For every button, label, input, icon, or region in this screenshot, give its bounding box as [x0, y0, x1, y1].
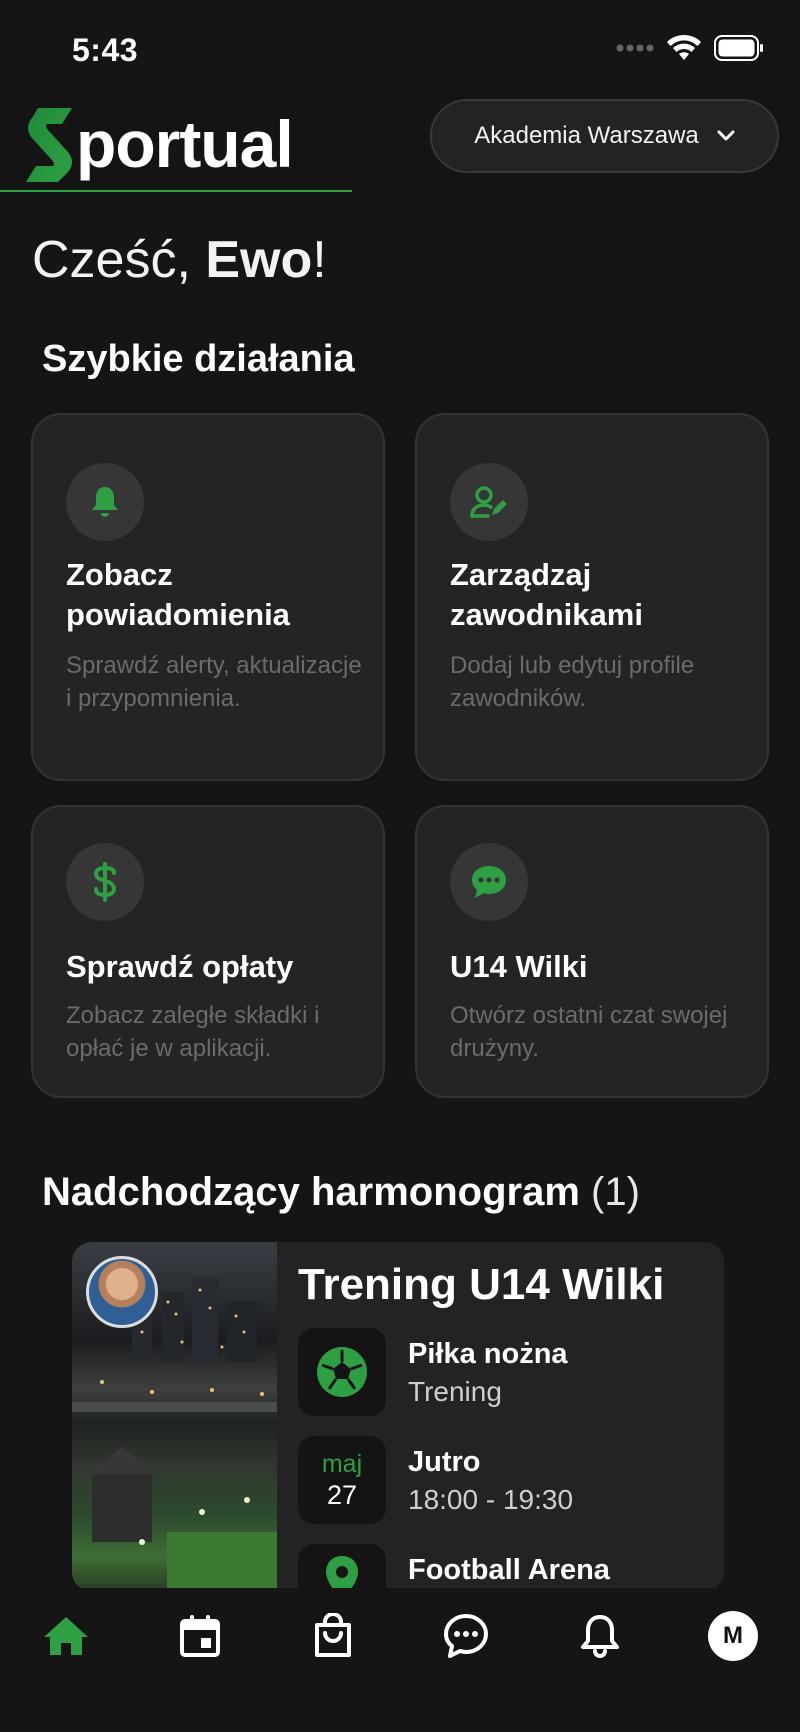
battery-icon	[714, 35, 763, 61]
card-title: Zobacz powiadomienia	[66, 557, 290, 632]
nav-notifications[interactable]	[570, 1606, 630, 1666]
status-bar: 5:43	[0, 0, 800, 96]
event-sport: Piłka nożna	[408, 1338, 568, 1370]
dollar-icon	[93, 862, 117, 902]
logo-s-mark	[26, 108, 72, 182]
card-title: Sprawdź opłaty	[66, 949, 294, 984]
date-month: maj	[321, 1450, 363, 1478]
schedule-count: (1)	[591, 1170, 640, 1214]
status-icons	[616, 34, 764, 62]
event-day-label: Jutro	[408, 1446, 481, 1478]
card-description: Zobacz zaległe składki i opłać je w apli…	[66, 1002, 320, 1062]
sportual-logo: portual	[22, 96, 294, 192]
academy-selector-label: Akademia Warszawa	[474, 122, 699, 149]
chat-icon	[444, 1614, 488, 1658]
event-photo	[72, 1242, 277, 1592]
wifi-icon	[667, 34, 701, 60]
event-location-row: Football Arena	[298, 1544, 708, 1592]
card-description: Otwórz ostatni czat swojej drużyny.	[450, 1002, 728, 1062]
quick-action-team-chat[interactable]: U14 Wilki Otwórz ostatni czat swojej dru…	[415, 805, 769, 1098]
greeting-prefix: Cześć,	[32, 231, 206, 289]
quick-action-notifications[interactable]: Zobacz powiadomienia Sprawdź alerty, akt…	[31, 413, 385, 781]
card-description: Dodaj lub edytuj profile zawodników.	[450, 652, 695, 712]
greeting-suffix: !	[312, 231, 327, 289]
bell-icon	[581, 1615, 619, 1658]
soccer-ball-icon	[317, 1347, 367, 1397]
card-icon-container	[66, 463, 144, 541]
quick-action-payments[interactable]: Sprawdź opłaty Zobacz zaległe składki i …	[31, 805, 385, 1098]
card-description: Sprawdź alerty, aktualizacje i przypomni…	[66, 652, 362, 712]
calendar-icon	[180, 1615, 220, 1657]
profile-avatar: M	[708, 1611, 758, 1661]
quick-actions-title: Szybkie działania	[42, 338, 355, 380]
card-title: U14 Wilki	[450, 949, 588, 984]
status-time: 5:43	[72, 32, 139, 68]
greeting-name: Ewo	[205, 231, 313, 289]
event-date-row: maj 27 Jutro 18:00 - 19:30	[298, 1436, 708, 1524]
chat-icon	[472, 866, 506, 898]
coach-avatar	[86, 1256, 158, 1328]
event-time: 18:00 - 19:30	[408, 1484, 574, 1515]
greeting: Cześć, Ewo!	[32, 230, 327, 290]
nav-profile[interactable]: M	[703, 1606, 763, 1666]
event-sport-row: Piłka nożna Trening	[298, 1328, 708, 1416]
event-title: Trening U14 Wilki	[298, 1260, 665, 1309]
sport-icon-container	[298, 1328, 386, 1416]
signal-icon	[616, 44, 654, 52]
nav-calendar[interactable]	[170, 1606, 230, 1666]
date-badge: maj 27	[298, 1436, 386, 1524]
schedule-title-text: Nadchodzący harmonogram	[42, 1170, 580, 1214]
logo-underline	[0, 190, 352, 192]
location-icon-container	[298, 1544, 386, 1592]
card-icon-container	[66, 843, 144, 921]
logo-text: portual	[76, 107, 294, 181]
bottom-nav: M	[0, 1588, 800, 1732]
card-icon-container	[450, 463, 528, 541]
chevron-down-icon	[717, 130, 735, 141]
nav-shop[interactable]	[303, 1606, 363, 1666]
event-location: Football Arena	[408, 1554, 610, 1586]
app-header: portual Akademia Warszawa	[0, 96, 800, 192]
schedule-title: Nadchodzący harmonogram (1)	[42, 1170, 640, 1215]
date-day: 27	[326, 1480, 358, 1510]
user-edit-icon	[470, 486, 507, 518]
event-type: Trening	[408, 1376, 502, 1407]
card-title: Zarządzaj zawodnikami	[450, 557, 643, 632]
nav-home[interactable]	[36, 1606, 96, 1666]
academy-selector[interactable]: Akademia Warszawa	[430, 99, 779, 173]
home-icon	[44, 1617, 88, 1655]
event-card[interactable]: Trening U14 Wilki Piłka nożna Trening ma…	[72, 1242, 724, 1592]
location-pin-icon	[326, 1556, 358, 1592]
card-icon-container	[450, 843, 528, 921]
nav-chat[interactable]	[436, 1606, 496, 1666]
bell-icon	[92, 487, 118, 517]
quick-action-players[interactable]: Zarządzaj zawodnikami Dodaj lub edytuj p…	[415, 413, 769, 781]
shop-bag-icon	[315, 1613, 351, 1657]
